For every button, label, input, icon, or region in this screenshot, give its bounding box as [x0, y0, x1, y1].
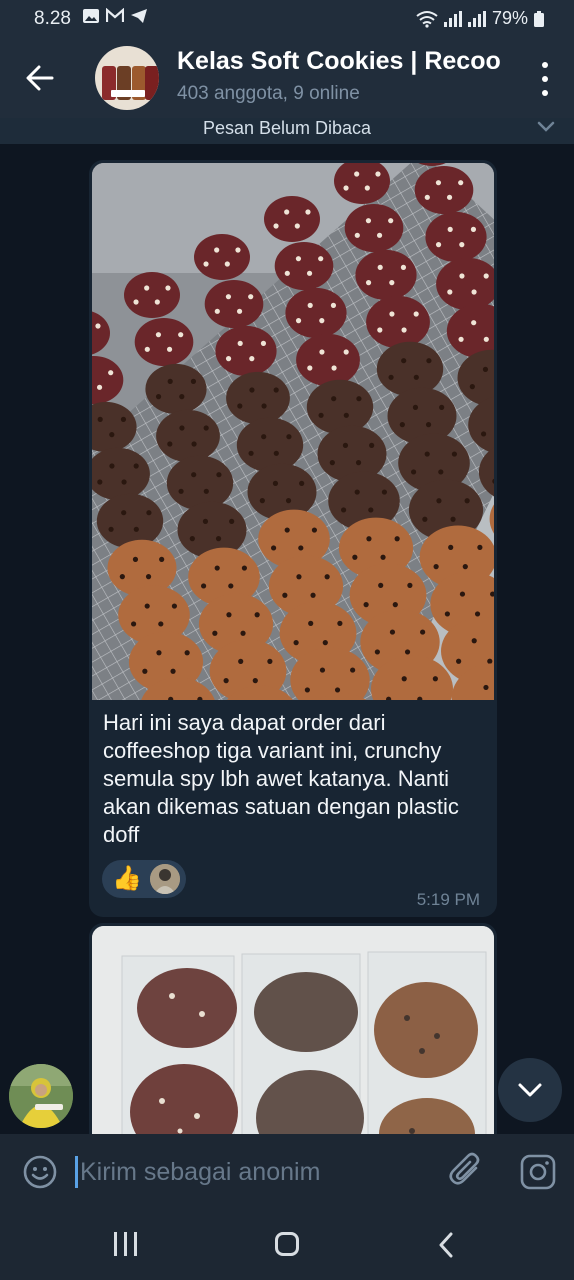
- chat-subtitle: 403 anggota, 9 online: [177, 83, 360, 104]
- reaction-chip[interactable]: 👍: [102, 860, 186, 898]
- more-vert-icon: [542, 62, 548, 68]
- system-navigation-bar: [0, 1208, 574, 1280]
- nav-back-icon[interactable]: [437, 1232, 455, 1258]
- system-icons: 79%: [416, 8, 544, 29]
- battery-level: 79%: [491, 8, 528, 28]
- group-avatar[interactable]: [95, 46, 159, 110]
- message-time: 5:19 PM: [416, 890, 480, 909]
- gallery-icon: [83, 9, 99, 23]
- message-input[interactable]: [80, 1154, 440, 1190]
- chat-header: Kelas Soft Cookies | Recoo 403 anggota, …: [0, 38, 574, 118]
- text-cursor: [75, 1156, 78, 1188]
- battery-icon: [534, 10, 544, 27]
- back-button[interactable]: [22, 60, 58, 96]
- message-text: Hari ini saya dapat order dari coffeesho…: [103, 710, 459, 847]
- scroll-down-icon: [518, 1083, 542, 1097]
- status-bar: 8.28 79%: [0, 0, 574, 38]
- home-button[interactable]: [275, 1232, 299, 1256]
- scroll-down-button[interactable]: [498, 1058, 562, 1122]
- unread-label: Pesan Belum Dibaca: [202, 118, 372, 138]
- back-arrow-icon: [26, 65, 54, 91]
- thumbs-up-icon: 👍: [112, 865, 142, 892]
- emoji-icon[interactable]: [22, 1154, 58, 1190]
- wifi-icon: [416, 10, 438, 28]
- signal-icon-2: [467, 10, 486, 27]
- camera-icon[interactable]: [519, 1153, 557, 1191]
- message-composer: [0, 1134, 574, 1208]
- more-options-button[interactable]: [540, 62, 550, 96]
- sender-avatar[interactable]: [9, 1064, 73, 1128]
- cookies-photo[interactable]: [92, 163, 494, 700]
- message-list[interactable]: Hari ini saya dapat order dari coffeesho…: [0, 144, 574, 1134]
- chat-title[interactable]: Kelas Soft Cookies | Recoo: [177, 47, 507, 76]
- notification-icons: [82, 8, 148, 24]
- unread-banner: Pesan Belum Dibaca: [0, 118, 574, 144]
- message-bubble-2[interactable]: [89, 923, 497, 1134]
- packaged-cookies-photo[interactable]: [92, 926, 494, 1134]
- reactor-avatar: [150, 864, 180, 894]
- chevron-down-icon[interactable]: [536, 120, 556, 134]
- message-bubble[interactable]: Hari ini saya dapat order dari coffeesho…: [89, 160, 497, 917]
- telegram-icon: [131, 9, 147, 23]
- signal-icon: [443, 10, 462, 27]
- status-time: 8.28: [34, 8, 71, 29]
- attach-icon[interactable]: [448, 1152, 484, 1190]
- mail-icon: [106, 8, 124, 22]
- recent-apps-button[interactable]: [114, 1232, 137, 1256]
